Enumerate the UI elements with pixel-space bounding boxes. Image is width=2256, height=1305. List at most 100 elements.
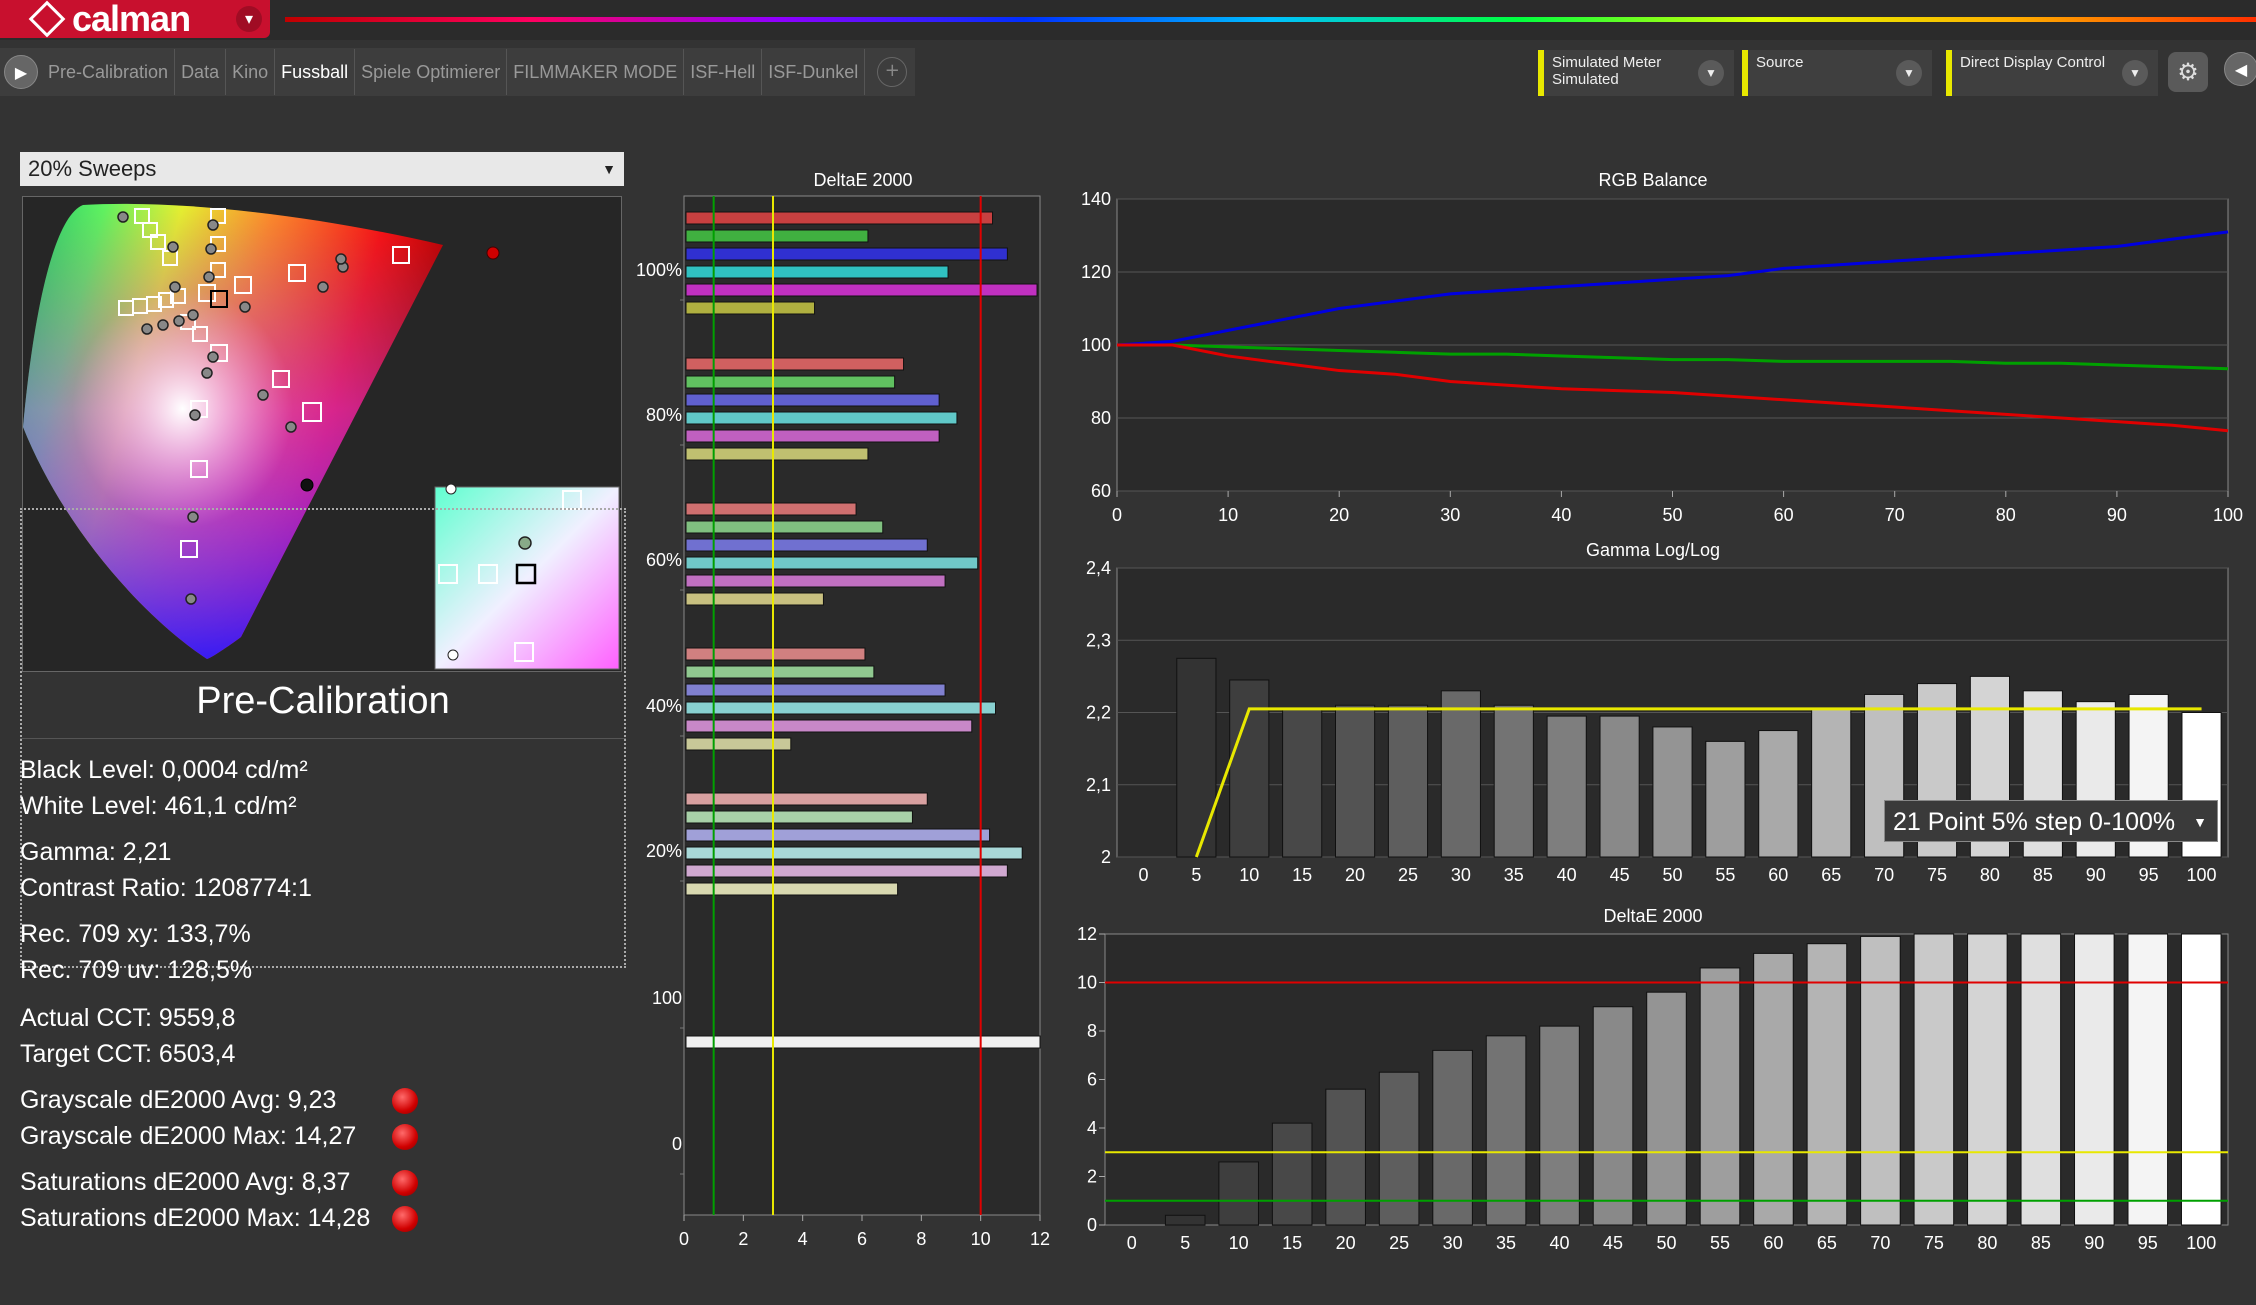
display-selector[interactable]: Direct Display Control ▼ (1946, 50, 2158, 96)
deltae-bar (685, 502, 857, 516)
deltae-bar (685, 429, 940, 443)
x-tick-label: 100 (2186, 1233, 2216, 1253)
deltae-bar (685, 828, 991, 842)
x-tick-label: 20 (1329, 505, 1349, 525)
x-tick-label: 35 (1504, 865, 1524, 885)
x-tick-label: 35 (1496, 1233, 1516, 1253)
chevron-down-icon[interactable]: ▾ (236, 6, 262, 32)
x-tick-label: 10 (1229, 1233, 1249, 1253)
deltae-bar (1485, 1035, 1527, 1226)
tab-isf-dunkel[interactable]: ISF-Dunkel (762, 49, 866, 95)
deltae-bar (685, 719, 973, 733)
tab-data[interactable]: Data (175, 49, 227, 95)
y-tick-label: 2,3 (1086, 630, 1111, 650)
calman-logo-icon (28, 0, 66, 38)
gamma-bar (1334, 704, 1376, 858)
calman-logo[interactable]: calman ▾ (0, 0, 270, 39)
back-arrow-icon[interactable]: ◀ (2224, 52, 2256, 86)
tab-spiele-optimierer[interactable]: Spiele Optimierer (355, 49, 508, 95)
stat-gamma: Gamma: 2,21 (20, 838, 172, 866)
x-tick-label: 4 (798, 1229, 808, 1249)
x-tick-label: 2 (738, 1229, 748, 1249)
deltae-bar (685, 846, 1023, 860)
y-tick-label: 8 (1087, 1021, 1097, 1041)
x-tick-label: 10 (1218, 505, 1238, 525)
rgb-balance-chart: 14012010080600 10 20 30 40 50 60 70 80 90 100 (1081, 189, 2243, 525)
deltae-bar (1325, 1088, 1366, 1226)
tab-pre-calibration[interactable]: Pre-Calibration (42, 49, 176, 95)
x-tick-label: 80 (1977, 1233, 1997, 1253)
gamma-point-select[interactable]: 21 Point 5% step 0-100% ▼ (1884, 800, 2218, 842)
gamma-bar (1652, 726, 1693, 858)
x-tick-label: 40 (1557, 865, 1577, 885)
play-icon[interactable]: ▶ (4, 55, 38, 89)
y-tick-label: 100 (1081, 335, 1111, 355)
deltae-bar (685, 683, 946, 697)
gamma-bar (1176, 657, 1217, 858)
app-name: calman (72, 0, 191, 39)
x-tick-label: 12 (1030, 1229, 1050, 1249)
section-title: Pre-Calibration (196, 680, 450, 722)
sweep-select-value: 20% Sweeps (28, 156, 157, 181)
tab-fussball[interactable]: Fussball (275, 49, 356, 95)
y-label: 0 (672, 1134, 682, 1154)
deltae-bar (685, 792, 928, 806)
deltae-bar (685, 265, 949, 279)
deltae-bar (1539, 1025, 1580, 1226)
x-tick-label: 85 (2031, 1233, 2051, 1253)
chevron-down-icon[interactable]: ▼ (1896, 60, 1922, 86)
meter-selector[interactable]: Simulated Meter Simulated ▼ (1538, 50, 1734, 96)
x-tick-label: 60 (1774, 505, 1794, 525)
stat-grayscale-avg: Grayscale dE2000 Avg: 9,23 (20, 1086, 337, 1114)
x-tick-label: 25 (1398, 865, 1418, 885)
stat-target-cct: Target CCT: 6503,4 (20, 1040, 236, 1068)
x-tick-label: 5 (1180, 1233, 1190, 1253)
x-tick-label: 85 (2033, 865, 2053, 885)
y-label: 60% (646, 550, 682, 570)
x-tick-label: 10 (1239, 865, 1259, 885)
deltae-bar (1271, 1122, 1313, 1226)
deltae-white-bar (685, 1035, 1041, 1049)
deltae-bar (1699, 967, 1741, 1226)
source-selector[interactable]: Source ▼ (1742, 50, 1932, 96)
chevron-down-icon[interactable]: ▼ (2122, 60, 2148, 86)
deltae-bar (1967, 933, 2008, 1226)
deltae-bar (685, 411, 958, 425)
chevron-down-icon[interactable]: ▼ (1698, 60, 1724, 86)
tab-kino[interactable]: Kino (226, 49, 276, 95)
stat-black-level: Black Level: 0,0004 cd/m² (20, 756, 308, 784)
stat-rec709-uv: Rec. 709 uv: 128,5% (20, 956, 253, 984)
add-tab-icon[interactable]: + (877, 57, 908, 87)
deltae-bar (685, 247, 1008, 261)
x-tick-label: 70 (1885, 505, 1905, 525)
x-tick-label: 0 (1127, 1233, 1137, 1253)
deltae-bar (685, 810, 913, 824)
cie-red-measured-point (486, 246, 500, 260)
gear-icon[interactable]: ⚙ (2168, 52, 2208, 92)
deltae-bar (1860, 935, 1901, 1226)
y-tick-label: 12 (1077, 924, 1097, 944)
x-tick-label: 20 (1345, 865, 1365, 885)
tab-isf-hell[interactable]: ISF-Hell (684, 49, 763, 95)
x-tick-label: 100 (2213, 505, 2243, 525)
gamma-bar (1493, 704, 1534, 858)
y-tick-label: 120 (1081, 262, 1111, 282)
gamma-point-select-value: 21 Point 5% step 0-100% (1893, 808, 2176, 836)
deltae-bar (685, 211, 994, 225)
y-tick-label: 2 (1101, 847, 1111, 867)
tab-filmmaker-mode[interactable]: FILMMAKER MODE (507, 49, 685, 95)
stat-grayscale-max: Grayscale dE2000 Max: 14,27 (20, 1122, 357, 1150)
inset-measured-point (445, 483, 457, 495)
x-tick-label: 15 (1282, 1233, 1302, 1253)
sweep-select[interactable]: 20% Sweeps ▼ (20, 152, 624, 186)
x-tick-label: 30 (1443, 1233, 1463, 1253)
y-tick-label: 6 (1087, 1070, 1097, 1090)
deltae-bars-title: DeltaE 2000 (813, 170, 913, 190)
deltae-bar (685, 283, 1038, 297)
deltae-bar (685, 357, 905, 371)
y-label: 100 (652, 988, 682, 1008)
cie-blue-measured-point (300, 478, 314, 492)
x-tick-label: 40 (1551, 505, 1571, 525)
x-tick-label: 95 (2138, 1233, 2158, 1253)
gamma-bar (1758, 730, 1799, 858)
